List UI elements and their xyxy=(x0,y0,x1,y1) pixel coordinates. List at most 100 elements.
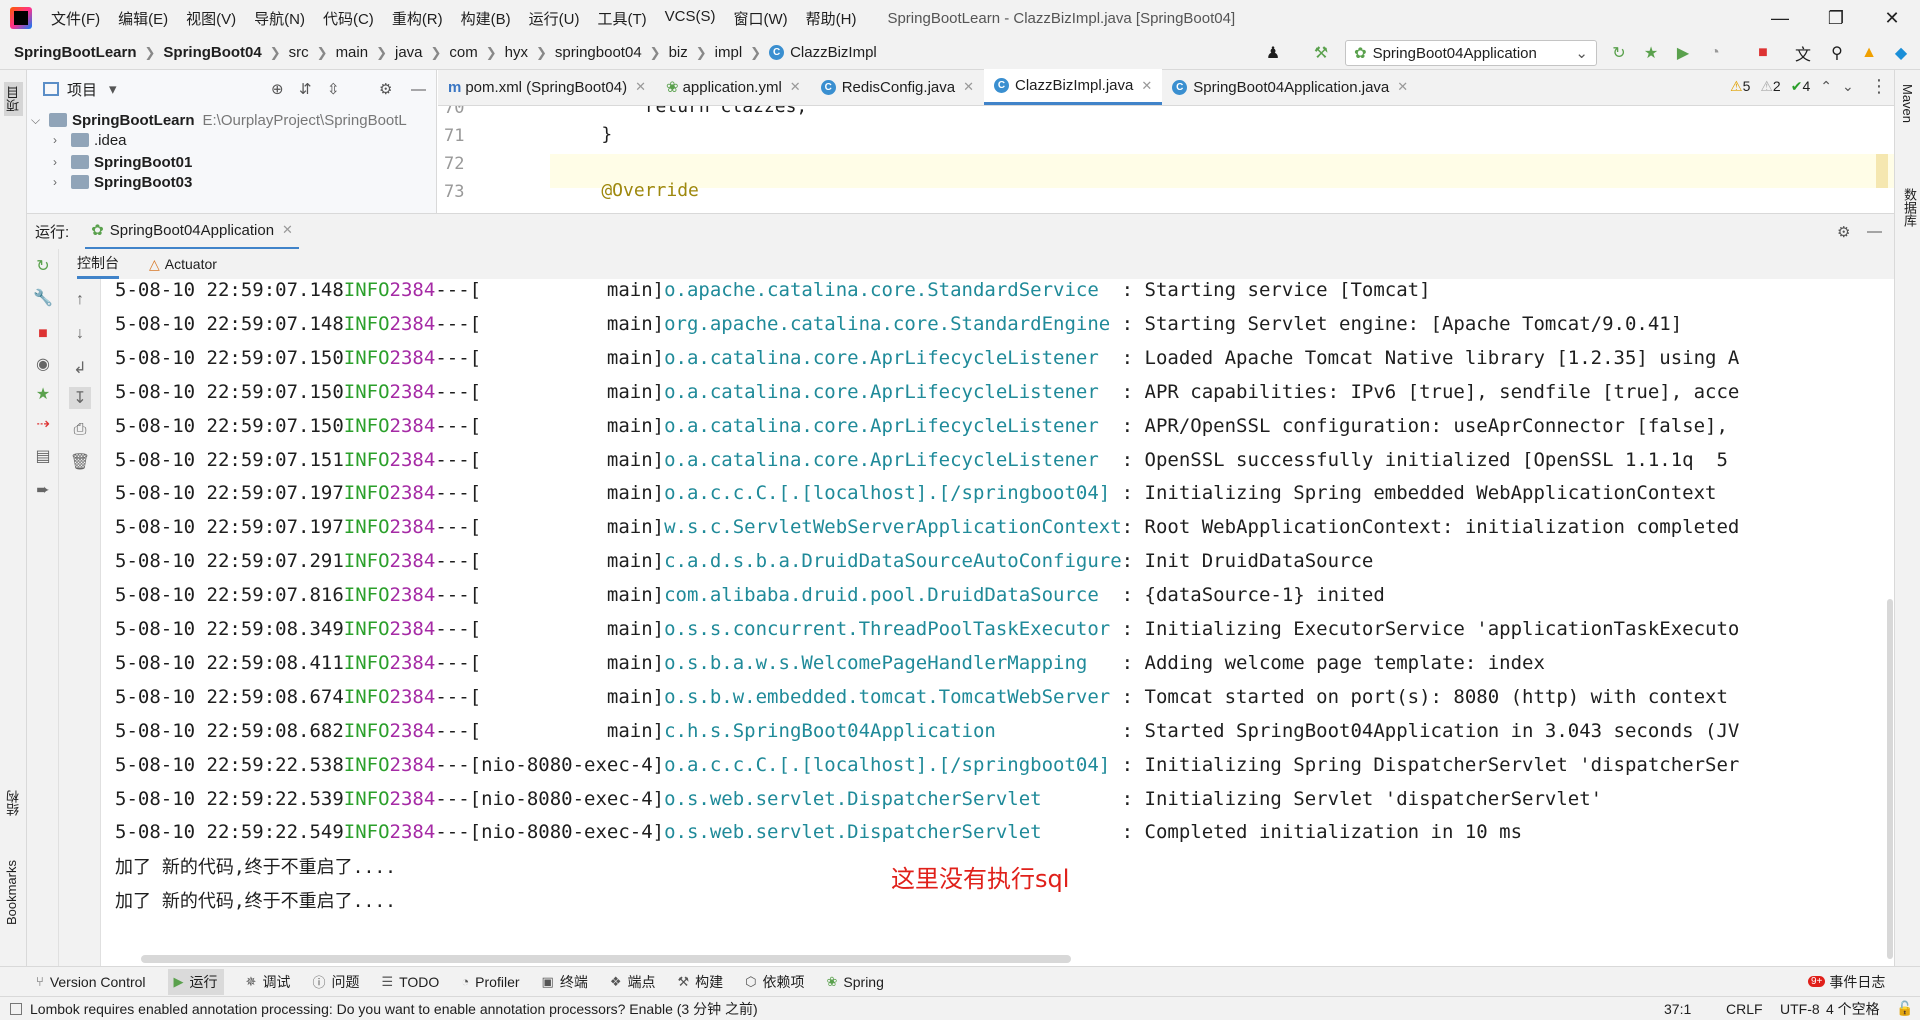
debug-icon[interactable]: ★ xyxy=(1640,42,1662,64)
bookmarks-tool-button[interactable]: Bookmarks xyxy=(4,860,19,925)
expand-all-icon[interactable]: ⇵ xyxy=(299,80,312,98)
chevron-right-icon[interactable]: › xyxy=(53,175,71,189)
rerun-icon[interactable]: ↻ xyxy=(32,255,54,277)
breadcrumb-item[interactable]: main xyxy=(336,44,369,61)
editor-tab[interactable]: m pom.xml (SpringBoot04) ✕ xyxy=(438,69,656,105)
close-tab-icon[interactable]: ✕ xyxy=(963,79,974,95)
wrench-icon[interactable]: 🔧 xyxy=(32,287,54,309)
database-tool-button[interactable]: 数据库 xyxy=(1900,188,1919,227)
arrow-down-icon[interactable]: ↓ xyxy=(69,323,91,345)
line-separator[interactable]: CRLF xyxy=(1726,1001,1763,1017)
tool-window-button[interactable]: ⚒ 构建 xyxy=(677,972,723,992)
next-highlight-icon[interactable]: ⌄ xyxy=(1842,78,1854,95)
status-message[interactable]: Lombok requires enabled annotation proce… xyxy=(30,999,758,1019)
editor-tab[interactable]: C SpringBoot04Application.java ✕ xyxy=(1162,69,1418,105)
file-encoding[interactable]: UTF-8 xyxy=(1780,1001,1820,1017)
tool-window-button[interactable]: ❀ Spring xyxy=(827,974,884,990)
search-icon[interactable]: ⚲ xyxy=(1826,42,1848,64)
chevron-right-icon[interactable]: › xyxy=(53,155,71,169)
horizontal-scrollbar[interactable] xyxy=(141,955,1071,963)
close-tab-icon[interactable]: ✕ xyxy=(1397,79,1408,95)
actuator-tab[interactable]: △ Actuator xyxy=(149,249,217,279)
menu-item[interactable]: VCS(S) xyxy=(656,8,725,29)
trash-icon[interactable]: 🗑 xyxy=(69,451,91,473)
chevron-down-icon[interactable]: ⌵ xyxy=(31,113,49,128)
tool-window-button[interactable]: ❖ 端点 xyxy=(610,972,656,992)
stop-icon[interactable]: ■ xyxy=(1752,42,1774,64)
run-config-select[interactable]: ✿ SpringBoot04Application ⌄ xyxy=(1345,40,1597,66)
settings-gear-icon[interactable]: ⚙ xyxy=(1837,223,1850,241)
stop-icon[interactable]: ■ xyxy=(32,323,54,345)
menu-item[interactable]: 帮助(H) xyxy=(797,8,866,29)
inspection-widget[interactable]: ⚠5 ⚠2 ✔4 ⌃ ⌄ xyxy=(1730,78,1854,95)
menu-item[interactable]: 文件(F) xyxy=(42,8,109,29)
console-output[interactable]: 5-08-10 22:59:07.148 INFO 2384 --- [ mai… xyxy=(101,279,1894,966)
breadcrumb-item[interactable]: com xyxy=(449,44,477,61)
toolbox-icon[interactable]: ◆ xyxy=(1890,42,1912,64)
tree-item[interactable]: › SpringBoot03 xyxy=(53,170,192,194)
tool-window-button[interactable]: ⑂ Version Control xyxy=(36,974,146,990)
user-icon[interactable]: ♟ xyxy=(1262,42,1284,64)
close-icon[interactable]: ✕ xyxy=(1864,0,1920,36)
close-tab-icon[interactable]: ✕ xyxy=(282,222,293,238)
scroll-to-end-icon[interactable]: ↧ xyxy=(69,387,91,409)
caret-position[interactable]: 37:1 xyxy=(1664,1001,1691,1017)
minimize-icon[interactable]: — xyxy=(1752,0,1808,36)
breadcrumb-item[interactable]: SpringBoot04 xyxy=(163,44,261,61)
layout-icon[interactable]: ▤ xyxy=(32,445,54,467)
menu-item[interactable]: 导航(N) xyxy=(245,8,314,29)
editor-tab[interactable]: C RedisConfig.java ✕ xyxy=(811,69,984,105)
project-view-selector[interactable]: 项目 xyxy=(67,79,97,100)
breadcrumb-item[interactable]: src xyxy=(289,44,309,61)
breadcrumb-item[interactable]: biz xyxy=(669,44,688,61)
settings-gear-icon[interactable]: ⚙ xyxy=(379,80,392,98)
hide-panel-icon[interactable]: — xyxy=(1867,223,1882,240)
menu-item[interactable]: 运行(U) xyxy=(520,8,589,29)
tool-window-button[interactable]: ◔ Profiler xyxy=(461,974,519,990)
tool-window-button[interactable]: ☰ TODO xyxy=(381,974,439,990)
code-line[interactable]: @Override xyxy=(558,180,699,201)
editor-tab[interactable]: ❀ application.yml ✕ xyxy=(656,69,811,105)
translate-icon[interactable]: 文 xyxy=(1792,42,1814,64)
chevron-right-icon[interactable]: › xyxy=(53,133,71,147)
tool-window-button[interactable]: ✵ 调试 xyxy=(246,972,291,992)
chevron-down-icon[interactable]: ▾ xyxy=(109,80,117,98)
tree-item[interactable]: › .idea xyxy=(53,128,127,152)
menu-item[interactable]: 代码(C) xyxy=(314,8,383,29)
indent-setting[interactable]: 4 个空格 xyxy=(1826,999,1880,1019)
editor-tab[interactable]: C ClazzBizImpl.java ✕ xyxy=(984,69,1163,105)
debug-icon[interactable]: ★ xyxy=(32,383,54,405)
close-tab-icon[interactable]: ✕ xyxy=(635,79,646,95)
close-tab-icon[interactable]: ✕ xyxy=(1141,78,1152,94)
breadcrumb-item[interactable]: java xyxy=(395,44,423,61)
tool-window-button[interactable]: ▣ 终端 xyxy=(542,972,588,992)
maven-tool-button[interactable]: Maven xyxy=(1900,84,1915,123)
code-line[interactable]: } xyxy=(558,124,612,145)
build-hammer-icon[interactable]: ⚒ xyxy=(1310,42,1332,64)
print-icon[interactable]: ⎙ xyxy=(69,419,91,441)
collapse-all-icon[interactable]: ⇳ xyxy=(327,80,340,98)
maximize-icon[interactable]: ❐ xyxy=(1808,0,1864,36)
arrow-up-icon[interactable]: ↑ xyxy=(69,289,91,311)
tool-window-button[interactable]: ⬡ 依赖项 xyxy=(745,972,804,992)
tab-actions-icon[interactable]: ⋮ xyxy=(1870,76,1888,97)
tool-window-button[interactable]: ▶ 运行 xyxy=(167,968,224,995)
locate-icon[interactable]: ⊕ xyxy=(271,80,284,98)
breadcrumb-item[interactable]: SpringBootLearn xyxy=(14,44,137,61)
soft-wrap-icon[interactable]: ↲ xyxy=(69,357,91,379)
menu-item[interactable]: 窗口(W) xyxy=(724,8,796,29)
breadcrumb-item[interactable]: ClazzBizImpl xyxy=(790,44,877,61)
breadcrumb-item[interactable]: springboot04 xyxy=(555,44,642,61)
close-tab-icon[interactable]: ✕ xyxy=(790,79,801,95)
structure-tool-button[interactable]: 结构 xyxy=(4,790,23,816)
project-tool-button[interactable]: 项目 xyxy=(4,82,23,116)
menu-item[interactable]: 工具(T) xyxy=(588,8,655,29)
profile-icon[interactable]: ◔ xyxy=(1704,42,1726,64)
menu-item[interactable]: 重构(R) xyxy=(383,8,452,29)
update-icon[interactable]: ▲ xyxy=(1858,42,1880,64)
toggle-tool-windows-icon[interactable] xyxy=(10,1002,22,1015)
code-line[interactable]: return clazzes; xyxy=(558,106,808,117)
run-tab[interactable]: ✿ SpringBoot04Application ✕ xyxy=(85,214,299,250)
vertical-scrollbar[interactable] xyxy=(1887,599,1893,959)
code-editor[interactable]: 70 71 72 73 return clazzes; } @Override xyxy=(438,106,1894,213)
